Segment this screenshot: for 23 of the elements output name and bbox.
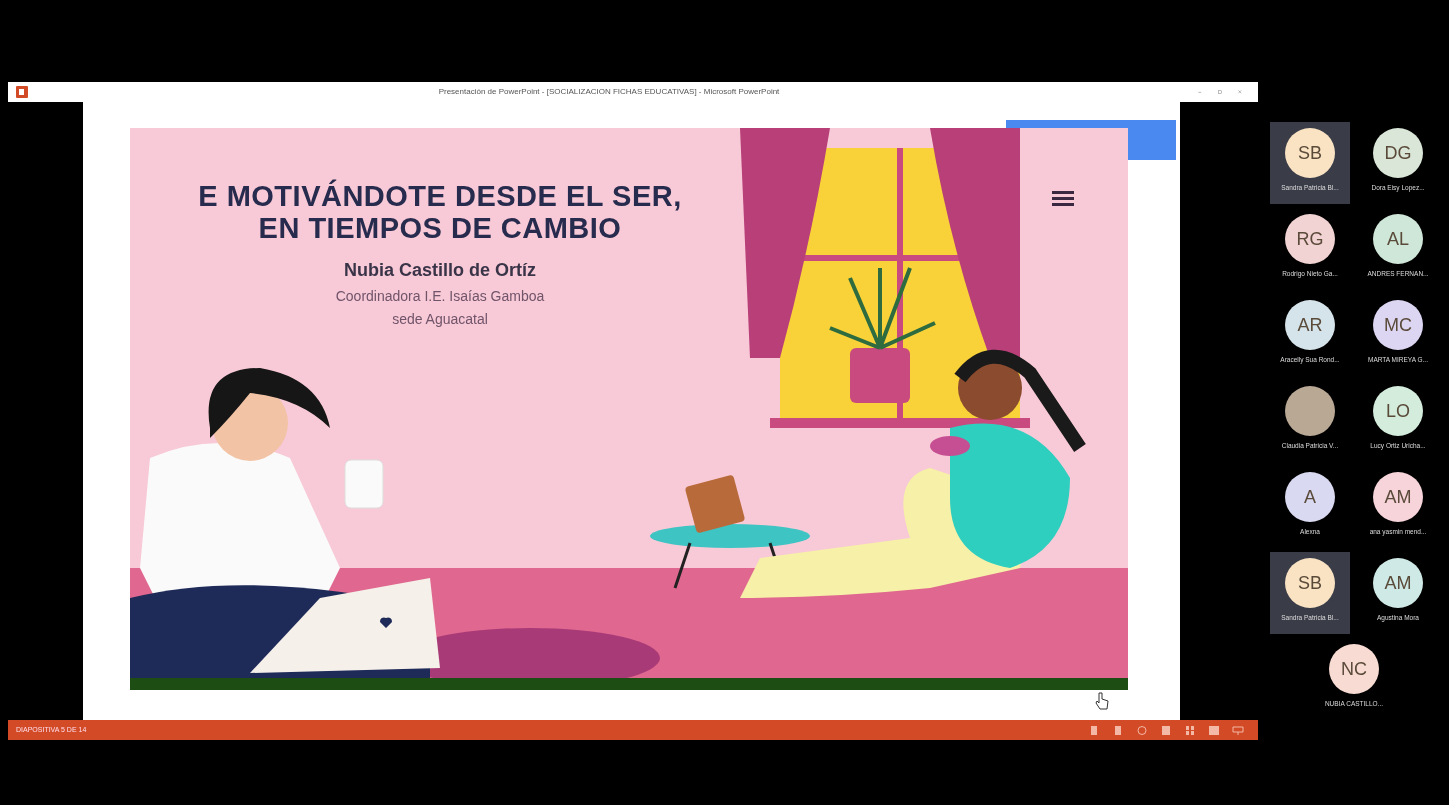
avatar-initials: SB	[1285, 128, 1335, 178]
menu-icon[interactable]	[1052, 190, 1074, 206]
avatar-initials: AM	[1373, 558, 1423, 608]
window-title: Presentación de PowerPoint - [SOCIALIZACION FICHAS EDUCATIVAS] - Microsoft PowerPoint	[438, 87, 780, 96]
avatar-initials: NC	[1329, 644, 1379, 694]
avatar-initials: AR	[1285, 300, 1335, 350]
app-icon	[16, 86, 28, 98]
avatar-initials: A	[1285, 472, 1335, 522]
avatar-initials: LO	[1373, 386, 1423, 436]
slide-role: Coordinadora I.E. Isaías Gamboa	[334, 286, 546, 306]
avatar-initials: AM	[1373, 472, 1423, 522]
cursor-icon	[1095, 692, 1109, 710]
slideshow-icon[interactable]	[1232, 725, 1244, 735]
avatar-initials: SB	[1285, 558, 1335, 608]
slide-location: sede Aguacatal	[391, 309, 489, 329]
avatar-initials: MC	[1373, 300, 1423, 350]
avatar-initials: DG	[1373, 128, 1423, 178]
slide-title: E MOTIVÁNDOTE DESDE EL SER, EN TIEMPOS DE CAMBIO	[197, 180, 683, 245]
avatar-initials: AL	[1373, 214, 1423, 264]
avatar-initials: RG	[1285, 214, 1335, 264]
photo-placeholder	[1285, 386, 1335, 436]
grid-view-icon[interactable]	[1184, 725, 1196, 735]
slide-author: Nubia Castillo de Ortíz	[343, 258, 537, 282]
